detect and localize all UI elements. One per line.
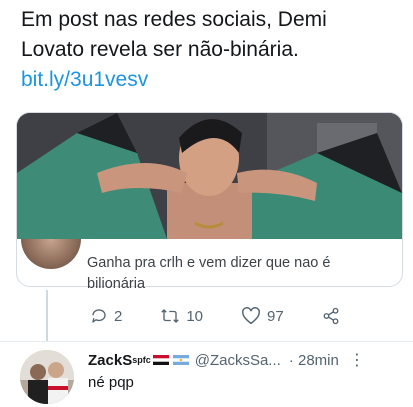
share-icon <box>323 307 339 325</box>
retweet-count: 10 <box>186 307 204 325</box>
reply-author-handle[interactable]: @ZacksSa... <box>195 352 281 369</box>
more-icon[interactable]: ⋮ <box>349 350 365 370</box>
reply-avatar[interactable] <box>21 239 81 269</box>
reply-author-name-sup: spfc <box>132 355 151 365</box>
reply-action[interactable]: 2 <box>90 307 122 325</box>
like-count: 97 <box>267 307 284 325</box>
card-photo[interactable] <box>17 113 402 239</box>
divider <box>0 341 413 342</box>
thread-line <box>46 290 48 342</box>
share-action[interactable] <box>322 307 346 325</box>
tweet-text: Em post nas redes sociais, Demi Lovato r… <box>21 5 401 95</box>
like-icon <box>242 307 260 325</box>
reply-text: né pqp <box>88 374 134 391</box>
avatar-photo <box>20 350 74 404</box>
photo-illustration <box>17 113 402 239</box>
reply-header: ZackS spfc @ZacksSa... · 28min ⋮ <box>88 349 408 371</box>
retweet-icon <box>161 309 180 323</box>
quoted-reply-line-2: bilionária <box>87 276 146 292</box>
like-action[interactable]: 97 <box>241 307 284 325</box>
tweet-text-line-2: Lovato revela ser não-binária. <box>21 38 299 61</box>
flag-icon <box>172 355 189 365</box>
reply-author-name[interactable]: ZackS <box>88 352 132 369</box>
reply-time[interactable]: · 28min <box>289 352 339 369</box>
retweet-action[interactable]: 10 <box>160 307 203 325</box>
reply-author-avatar[interactable] <box>20 350 74 404</box>
reply-count: 2 <box>114 307 123 325</box>
quoted-reply-text: Ganha pra crlh e vem dizer que nao é bil… <box>87 253 397 295</box>
action-bar: 2 10 97 <box>90 303 384 329</box>
flag-icon <box>152 355 169 365</box>
tweet-text-line-1: Em post nas redes sociais, Demi <box>21 8 327 31</box>
reply-icon <box>92 309 106 323</box>
tweet-link[interactable]: bit.ly/3u1vesv <box>21 65 401 95</box>
quoted-reply-line-1: Ganha pra crlh e vem dizer que nao é <box>87 255 331 271</box>
